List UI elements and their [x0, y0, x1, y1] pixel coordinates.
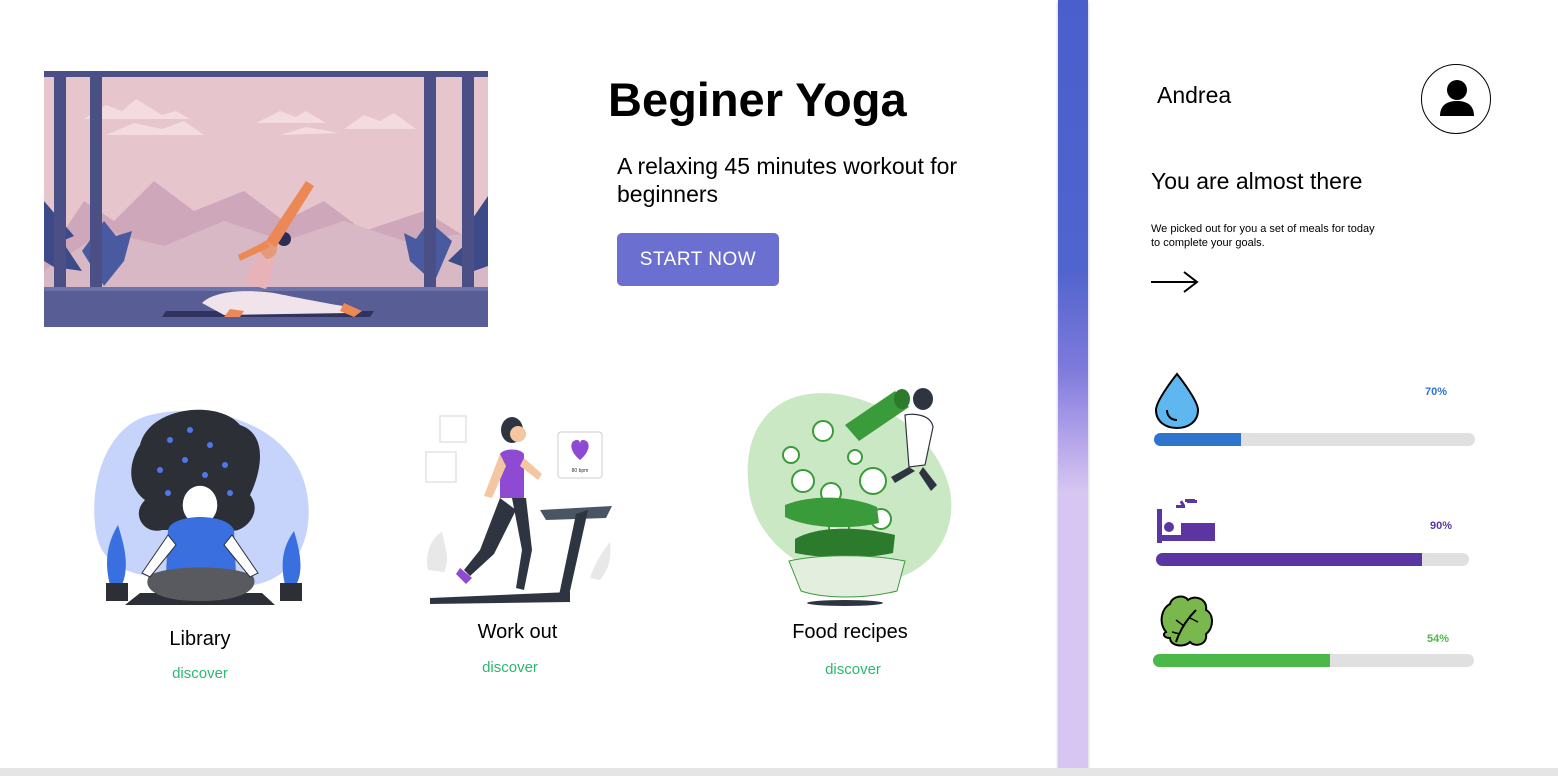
salad-illustration — [747, 388, 952, 606]
card-title-food-recipes: Food recipes — [792, 621, 908, 643]
lettuce-progress-bar — [1153, 654, 1474, 667]
lettuce-progress-label: 54% — [1427, 633, 1450, 645]
meditation-illustration — [94, 409, 309, 605]
yoga-hero-illustration — [44, 71, 488, 327]
water-progress-label: 70% — [1425, 386, 1448, 398]
discover-link-workout[interactable]: discover — [460, 659, 560, 676]
user-icon — [1439, 79, 1474, 116]
bpm-badge-text: 80 bpm — [572, 468, 589, 474]
discover-link-food[interactable]: discover — [803, 661, 903, 678]
avatar[interactable] — [1421, 64, 1491, 134]
hero-subtitle: A relaxing 45 minutes workout for beginn… — [617, 153, 958, 207]
lettuce-icon — [1160, 595, 1213, 647]
water-progress-bar — [1154, 433, 1475, 446]
page-title: Beginer Yoga — [608, 73, 907, 126]
card-title-workout: Work out — [477, 621, 558, 643]
sleep-progress-fill — [1156, 553, 1423, 566]
start-now-button[interactable]: START NOW — [617, 233, 779, 286]
discover-link-library[interactable]: discover — [150, 665, 250, 682]
treadmill-illustration: 80 bpm — [425, 415, 612, 604]
card-title-library: Library — [169, 628, 231, 650]
lettuce-progress-fill — [1153, 654, 1330, 667]
water-progress-fill — [1154, 433, 1241, 446]
user-name: Andrea — [1157, 82, 1232, 108]
sleep-progress-bar — [1156, 553, 1469, 566]
sleep-progress-label: 90% — [1430, 520, 1453, 532]
bottom-scrollbar — [0, 768, 1558, 776]
goals-description: We picked out for you a set of meals for… — [1151, 223, 1375, 249]
vertical-divider — [1058, 0, 1088, 768]
water-drop-icon — [1154, 372, 1200, 430]
goals-heading: You are almost there — [1151, 168, 1363, 194]
sleep-icon — [1157, 499, 1215, 543]
arrow-right-icon[interactable] — [1150, 268, 1200, 296]
